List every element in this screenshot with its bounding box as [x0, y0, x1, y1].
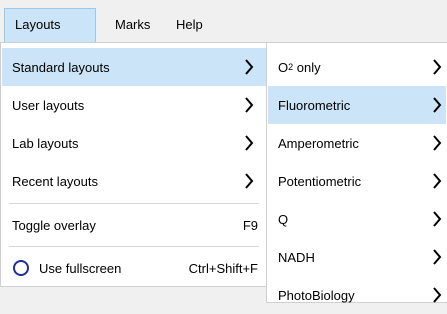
chevron-right-icon [433, 59, 442, 75]
menu-item-lab-layouts[interactable]: Lab layouts [2, 124, 266, 162]
shortcut-text: Ctrl+Shift+F [188, 260, 258, 276]
chevron-right-icon [433, 211, 442, 227]
menu-item-standard-layouts[interactable]: Standard layouts [2, 48, 266, 86]
menu-item-label: Amperometric [278, 135, 359, 151]
menu-separator [9, 246, 259, 247]
menu-item-label: Q [278, 211, 289, 227]
submenu-item-q[interactable]: Q [268, 200, 446, 238]
menu-item-label: Lab layouts [12, 135, 79, 151]
menu-item-label: PhotoBiology [278, 287, 355, 303]
menu-item-recent-layouts[interactable]: Recent layouts [2, 162, 266, 200]
menubar-layouts[interactable]: Layouts [4, 8, 96, 42]
submenu-item-potentiometric[interactable]: Potentiometric [268, 162, 446, 200]
standard-layouts-submenu: O2 only Fluorometric Amperometric Potent… [266, 42, 447, 303]
submenu-item-fluorometric[interactable]: Fluorometric [268, 86, 446, 124]
menu-item-label: Recent layouts [12, 173, 98, 189]
menu-item-label: NADH [278, 249, 315, 265]
menu-item-label: User layouts [12, 97, 85, 113]
menu-item-label: Toggle overlay [12, 217, 96, 233]
chevron-right-icon [245, 135, 254, 151]
chevron-right-icon [245, 59, 254, 75]
menu-item-label: Potentiometric [278, 173, 362, 189]
chevron-right-icon [433, 135, 442, 151]
chevron-right-icon [245, 173, 254, 189]
menubar-help-label: Help [176, 17, 203, 32]
menu-item-label: Fluorometric [278, 97, 351, 113]
layouts-menu: Standard layouts User layouts Lab layout… [0, 42, 268, 287]
chevron-right-icon [433, 97, 442, 113]
menu-bar: Layouts Marks Help [0, 0, 447, 42]
chevron-right-icon [433, 173, 442, 189]
menu-item-label: Use fullscreen [39, 260, 122, 276]
submenu-item-amperometric[interactable]: Amperometric [268, 124, 446, 162]
submenu-item-nadh[interactable]: NADH [268, 238, 446, 276]
chevron-right-icon [433, 287, 442, 303]
menu-item-user-layouts[interactable]: User layouts [2, 86, 266, 124]
chevron-right-icon [433, 249, 442, 265]
label-rest: only [293, 59, 321, 75]
chevron-right-icon [245, 97, 254, 113]
submenu-item-photobiology[interactable]: PhotoBiology [268, 276, 446, 304]
menu-item-label: O2 only [278, 48, 321, 86]
radio-ring-icon [13, 260, 29, 276]
menubar-marks-label: Marks [115, 17, 151, 32]
menu-separator [9, 203, 259, 204]
menu-item-use-fullscreen[interactable]: Use fullscreen Ctrl+Shift+F [2, 249, 266, 287]
menubar-marks[interactable]: Marks [105, 8, 160, 42]
menubar-help[interactable]: Help [166, 8, 213, 42]
menubar-layouts-label: Layouts [15, 17, 61, 32]
submenu-item-o2-only[interactable]: O2 only [268, 48, 446, 86]
menu-item-label: Standard layouts [12, 59, 110, 75]
label-o: O [278, 59, 289, 75]
menu-item-toggle-overlay[interactable]: Toggle overlay F9 [2, 206, 266, 244]
shortcut-text: F9 [242, 217, 258, 233]
